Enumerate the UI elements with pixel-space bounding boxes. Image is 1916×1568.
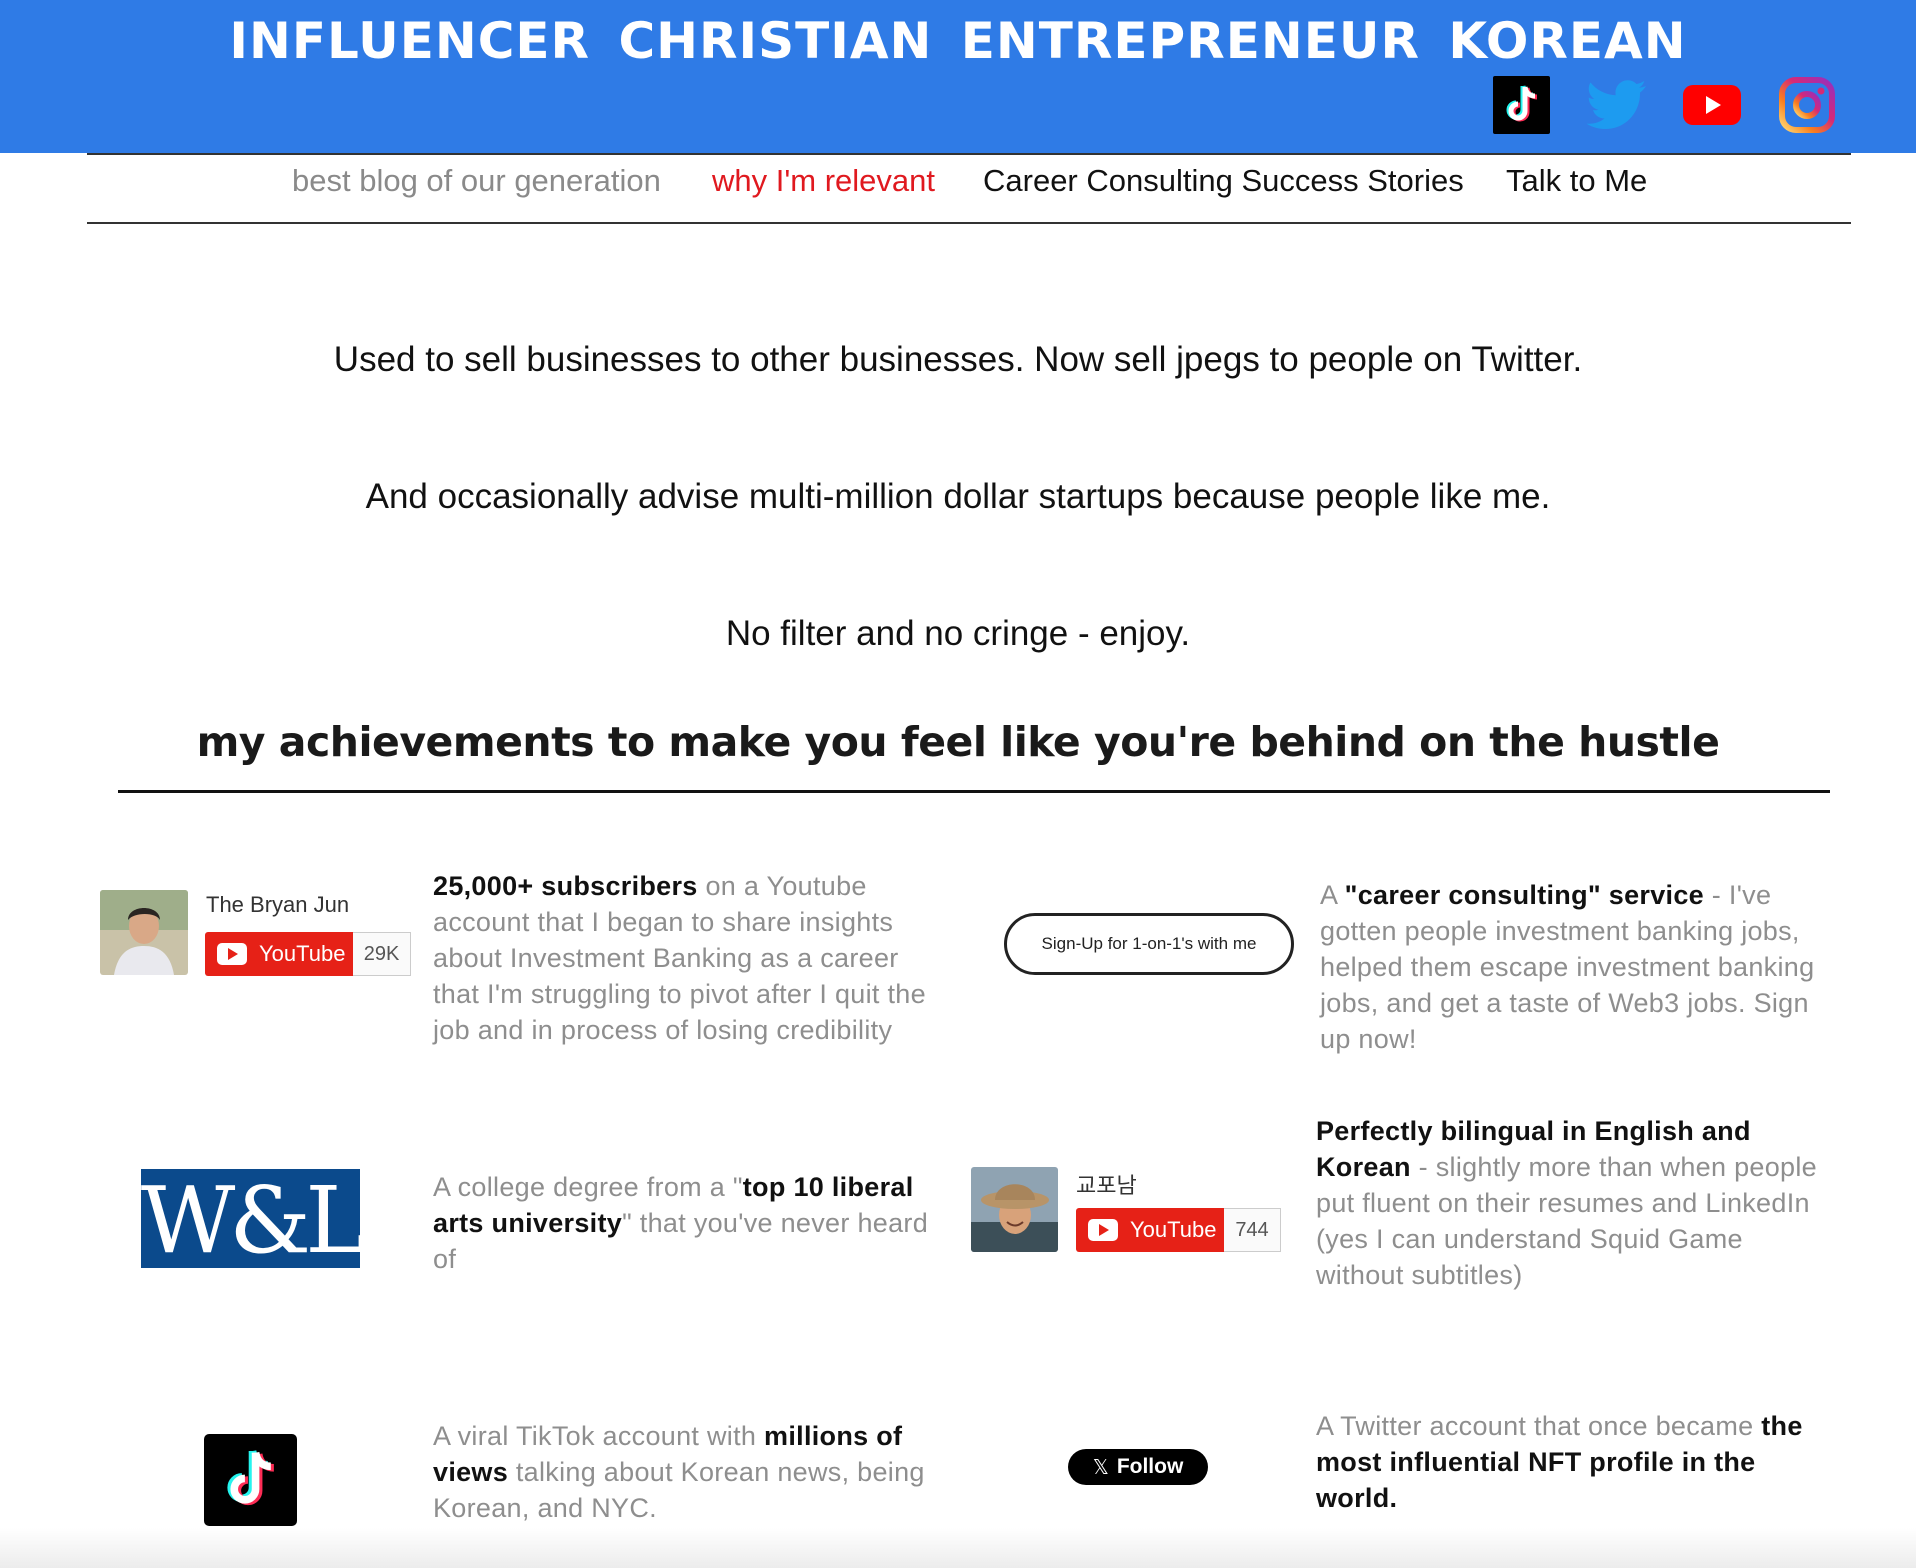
youtube-icon	[1088, 1219, 1118, 1241]
tiktok-achievement-text: A viral TikTok account with millions of …	[433, 1421, 925, 1523]
tiktok-icon[interactable]	[204, 1434, 297, 1526]
site-title[interactable]: INFLUENCER CHRISTIAN ENTREPRENEUR KOREAN	[0, 12, 1916, 70]
youtube-subscribe-button[interactable]: YouTube	[1076, 1208, 1224, 1252]
avatar[interactable]	[971, 1167, 1058, 1252]
twitter-achievement-text: A Twitter account that once became the m…	[1316, 1411, 1803, 1513]
subscriber-count: 29K	[353, 932, 411, 976]
x-logo-icon: 𝕏	[1092, 1455, 1109, 1479]
intro-line-3: No filter and no cringe - enjoy.	[725, 614, 1191, 653]
youtube-icon	[217, 943, 247, 965]
youtube-achievement-text: 25,000+ subscribers on a Youtube account…	[433, 871, 926, 1045]
youtube-icon[interactable]	[1683, 76, 1741, 134]
page-bottom-fade	[0, 1528, 1916, 1568]
nav-item-talk-to-me[interactable]: Talk to Me	[1506, 163, 1647, 199]
achievements-heading: my achievements to make you feel like yo…	[196, 718, 1720, 766]
avatar[interactable]	[100, 890, 188, 975]
nav-top-divider	[87, 153, 1851, 155]
twitter-icon[interactable]	[1585, 76, 1649, 134]
instagram-icon[interactable]	[1777, 76, 1837, 134]
achievements-divider	[118, 790, 1830, 793]
main-nav: best blog of our generation why I'm rele…	[0, 163, 1916, 213]
youtube-button-label: YouTube	[1130, 1217, 1217, 1242]
site-header: INFLUENCER CHRISTIAN ENTREPRENEUR KOREAN	[0, 0, 1916, 153]
bilingual-achievement-text: Perfectly bilingual in English and Korea…	[1316, 1116, 1817, 1290]
consulting-achievement-text: A "career consulting" service - I've got…	[1320, 880, 1815, 1054]
intro-line-1: Used to sell businesses to other busines…	[333, 340, 1583, 379]
intro-line-2: And occasionally advise multi-million do…	[365, 477, 1551, 516]
wl-university-logo: W&L	[141, 1169, 360, 1268]
subscriber-count: 744	[1224, 1208, 1281, 1252]
youtube-subscribe-button[interactable]: YouTube	[205, 932, 353, 976]
youtube-channel-name[interactable]: 교포남	[1076, 1168, 1137, 1200]
nav-bottom-divider	[87, 222, 1851, 224]
college-achievement-text: A college degree from a "top 10 liberal …	[433, 1172, 929, 1274]
nav-item-success-stories[interactable]: Career Consulting Success Stories	[983, 163, 1464, 199]
tiktok-icon[interactable]	[1493, 76, 1550, 134]
nav-item-relevant[interactable]: why I'm relevant	[712, 163, 935, 199]
twitter-follow-button[interactable]: 𝕏 Follow	[1068, 1449, 1208, 1485]
youtube-channel-name[interactable]: The Bryan Jun	[206, 892, 349, 918]
follow-label: Follow	[1116, 1455, 1184, 1478]
nav-item-blog[interactable]: best blog of our generation	[292, 163, 661, 199]
youtube-button-label: YouTube	[259, 941, 346, 966]
signup-consulting-button[interactable]: Sign-Up for 1-on-1's with me	[1004, 913, 1294, 975]
